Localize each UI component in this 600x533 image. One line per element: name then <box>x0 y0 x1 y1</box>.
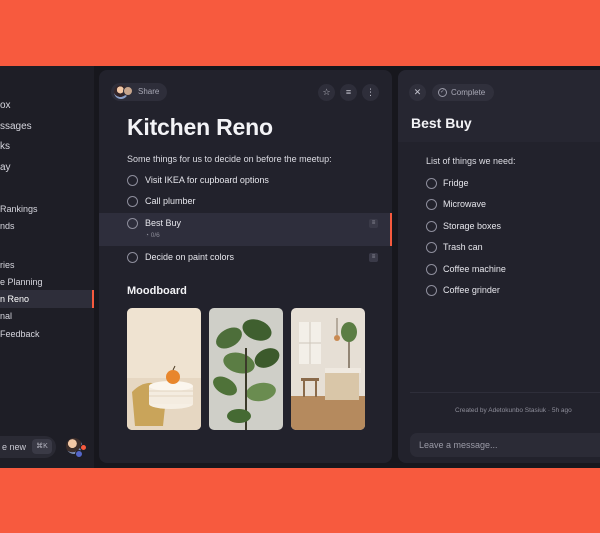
avatar-badge <box>75 450 83 458</box>
sidebar-item-label: Feedback <box>0 329 40 339</box>
sidebar-item-kitchen-reno[interactable]: n Reno <box>0 290 92 308</box>
notification-dot <box>80 444 87 451</box>
item-checkbox[interactable] <box>426 178 437 189</box>
close-button[interactable]: ✕ <box>409 84 426 101</box>
more-button[interactable]: ⋮ <box>362 84 379 101</box>
share-label: Share <box>138 87 160 96</box>
sidebar-item-friends[interactable]: nds <box>0 217 15 235</box>
sidebar-item-label: e Planning <box>0 277 43 287</box>
item-checkbox[interactable] <box>426 221 437 232</box>
subtask-count: 0/6 <box>150 232 160 239</box>
item-label: Storage boxes <box>443 221 502 231</box>
item-label: Trash can <box>443 242 483 252</box>
detail-title: Best Buy <box>411 115 472 131</box>
item-checkbox[interactable] <box>426 199 437 210</box>
sidebar-item-label: ks <box>0 141 10 152</box>
item-checkbox[interactable] <box>426 242 437 253</box>
task-label: Call plumber <box>145 196 196 206</box>
list-item[interactable]: Coffee grinder <box>398 281 600 301</box>
task-checkbox[interactable] <box>127 196 138 207</box>
moodboard-image-bowls[interactable] <box>127 308 201 430</box>
list-item[interactable]: Coffee machine <box>398 260 600 280</box>
task-item-selected[interactable]: Best Buy ◔ 0/6 ≡ <box>99 213 392 246</box>
star-button[interactable]: ☆ <box>318 84 335 101</box>
sidebar-item-label: Rankings <box>0 204 38 214</box>
list-item[interactable]: Storage boxes <box>398 217 600 237</box>
filter-button[interactable]: ≡ <box>340 84 357 101</box>
sidebar-item-journal[interactable]: nal <box>0 307 12 325</box>
sidebar-item-inbox[interactable]: ox <box>0 97 11 115</box>
close-icon: ✕ <box>413 87 422 97</box>
sidebar-item-label: ox <box>0 100 11 111</box>
kitchen-photo <box>291 308 365 430</box>
task-item[interactable]: Decide on paint colors ≡ <box>99 247 392 269</box>
item-checkbox[interactable] <box>426 285 437 296</box>
divider <box>410 392 600 393</box>
more-vertical-icon: ⋮ <box>366 87 375 97</box>
sidebar-item-label: ssages <box>0 121 32 132</box>
item-checkbox[interactable] <box>426 264 437 275</box>
sidebar-item-planning[interactable]: e Planning <box>0 273 43 291</box>
task-item[interactable]: Visit IKEA for cupboard options <box>99 170 392 192</box>
complete-button[interactable]: ✓ Complete <box>432 84 494 101</box>
sidebar-item-label: nal <box>0 311 13 321</box>
note-icon: ≡ <box>369 253 378 262</box>
detail-subtitle: List of things we need: <box>426 156 516 166</box>
avatar <box>123 86 133 96</box>
bowls-photo <box>127 308 201 430</box>
note-icon: ≡ <box>369 219 378 228</box>
main-panel: Share ☆ ≡ ⋮ Kitchen Reno Some things for… <box>99 70 392 463</box>
filter-icon: ≡ <box>345 87 352 97</box>
task-label: Best Buy <box>145 218 182 228</box>
sidebar-item-messages[interactable]: ssages <box>0 118 32 136</box>
page-title: Kitchen Reno <box>127 114 273 140</box>
sidebar: ox ssages ks ay Rankings nds ries e Plan… <box>0 66 94 468</box>
shortcut-badge: ⌘K <box>32 439 52 454</box>
task-checkbox[interactable] <box>127 252 138 263</box>
item-label: Coffee grinder <box>443 285 500 295</box>
check-circle-icon: ✓ <box>438 88 447 97</box>
item-label: Coffee machine <box>443 264 506 274</box>
sidebar-item-stories[interactable]: ries <box>0 256 15 274</box>
create-new-label: e new <box>2 442 27 452</box>
list-item[interactable]: Trash can <box>398 238 600 258</box>
moodboard-image-kitchen[interactable] <box>291 308 365 430</box>
selection-indicator <box>390 213 392 246</box>
sidebar-item-label: ries <box>0 260 15 270</box>
task-checkbox[interactable] <box>127 175 138 186</box>
item-label: Microwave <box>443 199 487 209</box>
star-icon: ☆ <box>322 87 331 97</box>
subtask-progress: ◔ 0/6 <box>145 232 160 239</box>
complete-label: Complete <box>451 88 486 97</box>
moodboard-heading: Moodboard <box>127 285 187 297</box>
list-item[interactable]: Fridge <box>398 174 600 194</box>
sidebar-item-feedback[interactable]: Feedback <box>0 325 40 343</box>
plant-photo <box>209 308 283 430</box>
sidebar-item-label: n Reno <box>0 294 30 304</box>
message-input[interactable] <box>410 433 600 457</box>
item-label: Fridge <box>443 178 469 188</box>
task-label: Visit IKEA for cupboard options <box>145 175 269 185</box>
sidebar-item-label: ay <box>0 162 11 173</box>
page-subtitle: Some things for us to decide on before t… <box>127 154 332 164</box>
sidebar-item-today[interactable]: ay <box>0 159 11 177</box>
share-button[interactable]: Share <box>111 83 167 101</box>
sidebar-item-tasks[interactable]: ks <box>0 138 10 156</box>
sidebar-item-rankings[interactable]: Rankings <box>0 200 38 218</box>
active-indicator <box>92 290 94 308</box>
task-label: Decide on paint colors <box>145 252 235 262</box>
moodboard-image-plant[interactable] <box>209 308 283 430</box>
task-checkbox[interactable] <box>127 218 138 229</box>
detail-header <box>398 70 600 142</box>
task-item[interactable]: Call plumber <box>99 191 392 213</box>
created-by-text: Created by Adetokunbo Stasiuk · 5h ago <box>455 407 572 414</box>
detail-panel: ✕ ✓ Complete Best Buy List of things we … <box>398 70 600 463</box>
list-item[interactable]: Microwave <box>398 195 600 215</box>
sidebar-item-label: nds <box>0 221 15 231</box>
